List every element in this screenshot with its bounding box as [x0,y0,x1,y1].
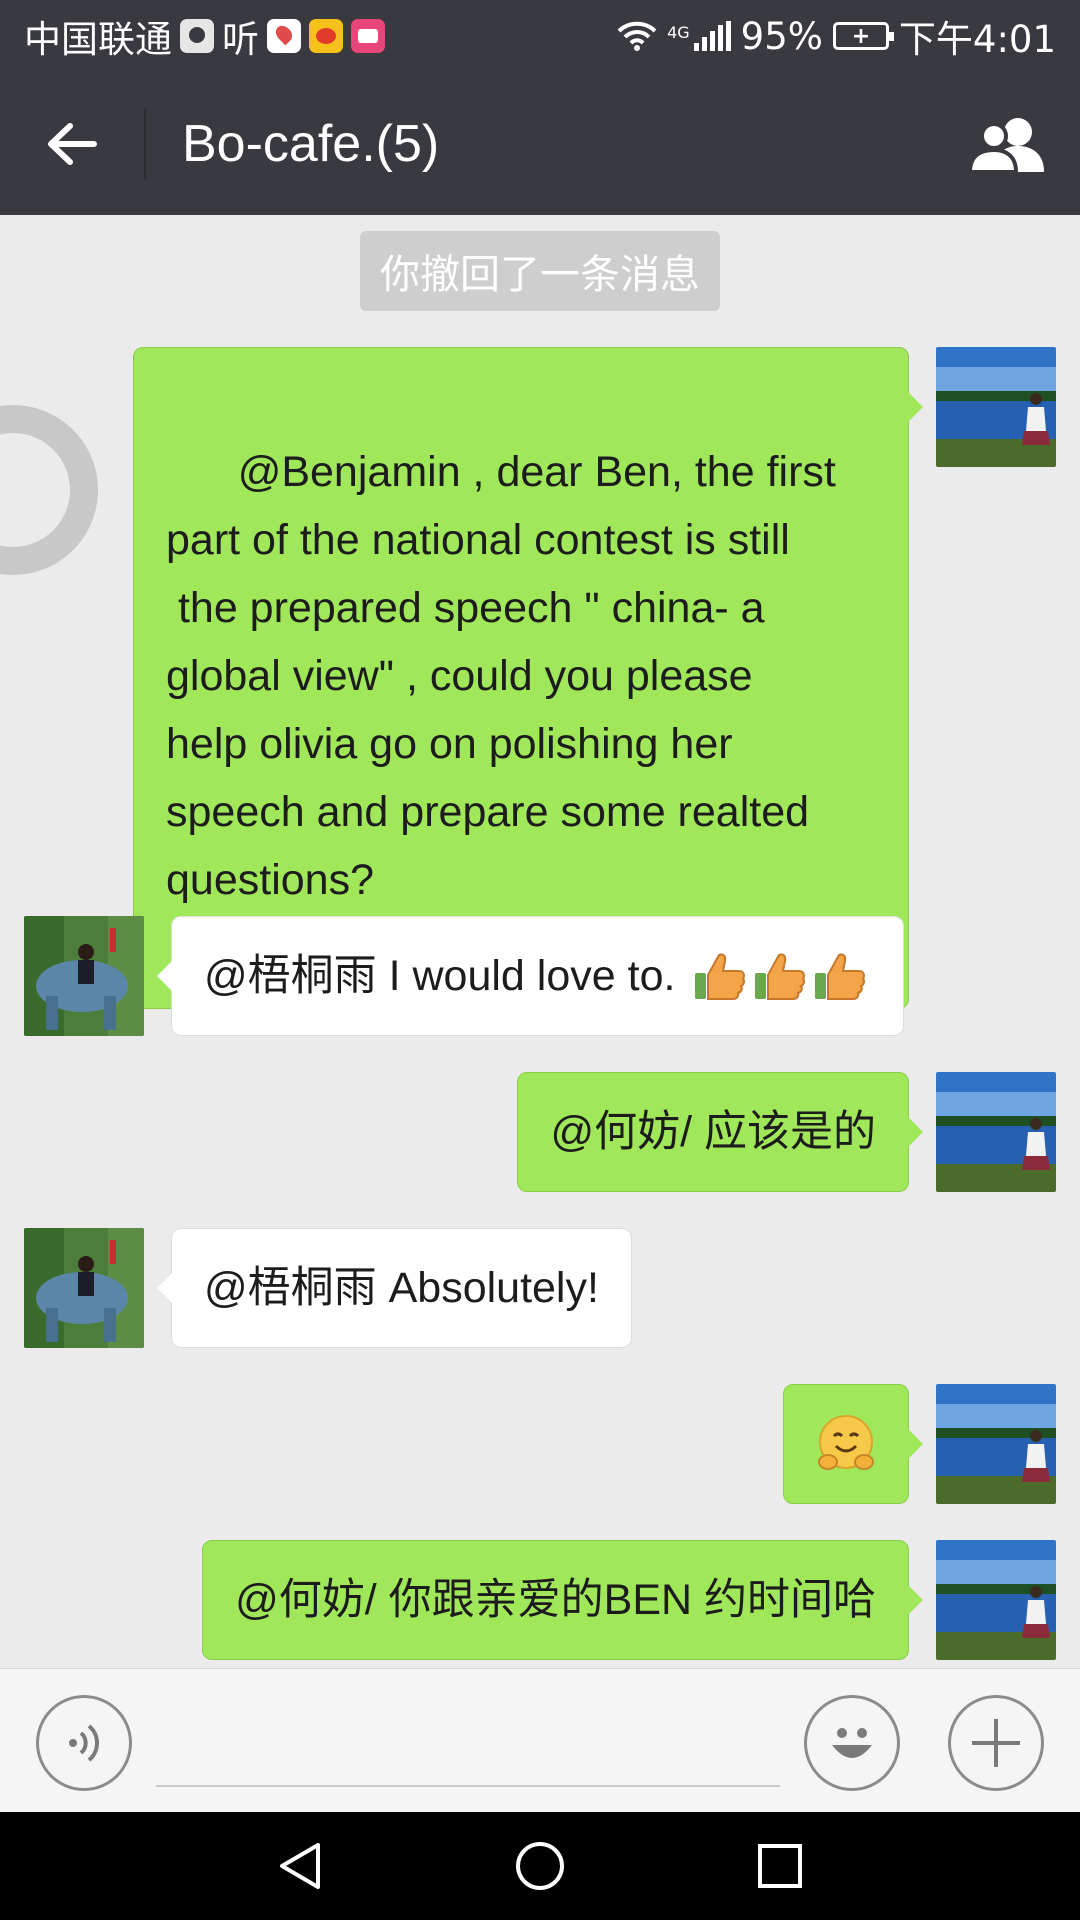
group-members-icon [967,117,1044,174]
signal-strength-icon [693,21,731,51]
emoji-button[interactable] [804,1695,900,1791]
home-circle-icon [516,1842,564,1890]
my-avatar[interactable] [936,1384,1056,1504]
group-info-button[interactable] [936,72,1080,215]
outgoing-message-bubble[interactable] [783,1384,923,1504]
my-avatar[interactable] [936,1540,1056,1660]
back-button[interactable] [0,72,144,215]
chat-title: Bo-cafe.(5) [182,114,440,173]
status-left: 中国联通 听 [24,9,385,63]
weibo-app-icon [309,19,343,53]
title-divider [144,107,146,180]
thumbs-up-icon [815,953,866,1000]
video-app-icon [351,19,385,53]
member-avatar[interactable] [24,1228,144,1348]
message-text: @梧桐雨 I would love to. [204,952,676,1000]
listen-app-label: 听 [222,18,259,61]
network-type-label: 4G [667,23,690,42]
system-navigation-bar [0,1812,1080,1920]
thumbs-up-icon [755,953,806,1000]
battery-percent: 95% [740,14,823,58]
loading-indicator [0,405,98,575]
message-text: @何妨/ 应该是的 [550,1108,876,1156]
map-app-icon [180,19,214,53]
nav-back-button[interactable] [270,1836,330,1896]
recents-square-icon [758,1844,802,1888]
hugging-face-icon [818,1415,874,1470]
message-text: @何妨/ 你跟亲爱的BEN 约时间哈 [235,1576,876,1624]
my-avatar[interactable] [936,1072,1056,1192]
emoji-icon [832,1728,872,1758]
chat-area[interactable]: 你撤回了一条消息 @Benjamin , dear Ben, the first… [0,215,1080,1668]
battery-charging-icon: + [832,22,894,50]
incoming-message-bubble[interactable]: @梧桐雨 I would love to. [156,916,905,1036]
plus-icon [972,1719,1020,1767]
message-input[interactable] [156,1697,780,1787]
incoming-message-bubble[interactable]: @梧桐雨 Absolutely! [157,1228,632,1348]
voice-input-button[interactable] [36,1695,132,1791]
clock: 下午4:01 [898,18,1056,61]
more-actions-button[interactable] [948,1695,1044,1791]
input-bar [0,1668,1080,1812]
status-right: 4G 95% + 下午4:01 [617,9,1056,63]
member-avatar[interactable] [24,916,144,1036]
carrier-label: 中国联通 [24,18,172,61]
message-text: @Benjamin , dear Ben, the first part of … [166,448,836,904]
status-bar: 中国联通 听 4G 95% + 下午4:01 [0,0,1080,72]
nav-home-button[interactable] [510,1836,570,1896]
my-avatar[interactable] [936,347,1056,467]
outgoing-message-bubble[interactable]: @Benjamin , dear Ben, the first part of … [133,347,923,1009]
outgoing-message-bubble[interactable]: @何妨/ 你跟亲爱的BEN 约时间哈 [202,1540,923,1660]
title-bar: Bo-cafe.(5) [0,72,1080,215]
location-app-icon [267,19,301,53]
message-text: @梧桐雨 Absolutely! [204,1264,599,1312]
recalled-message-notice: 你撤回了一条消息 [360,231,720,311]
emoji-group [693,949,867,1003]
thumbs-up-icon [695,953,746,1000]
nav-recents-button[interactable] [750,1836,810,1896]
voice-input-icon [69,1724,100,1762]
arrow-left-icon [48,122,97,165]
wifi-icon [617,21,657,51]
outgoing-message-bubble[interactable]: @何妨/ 应该是的 [517,1072,923,1192]
back-triangle-icon [280,1843,320,1889]
